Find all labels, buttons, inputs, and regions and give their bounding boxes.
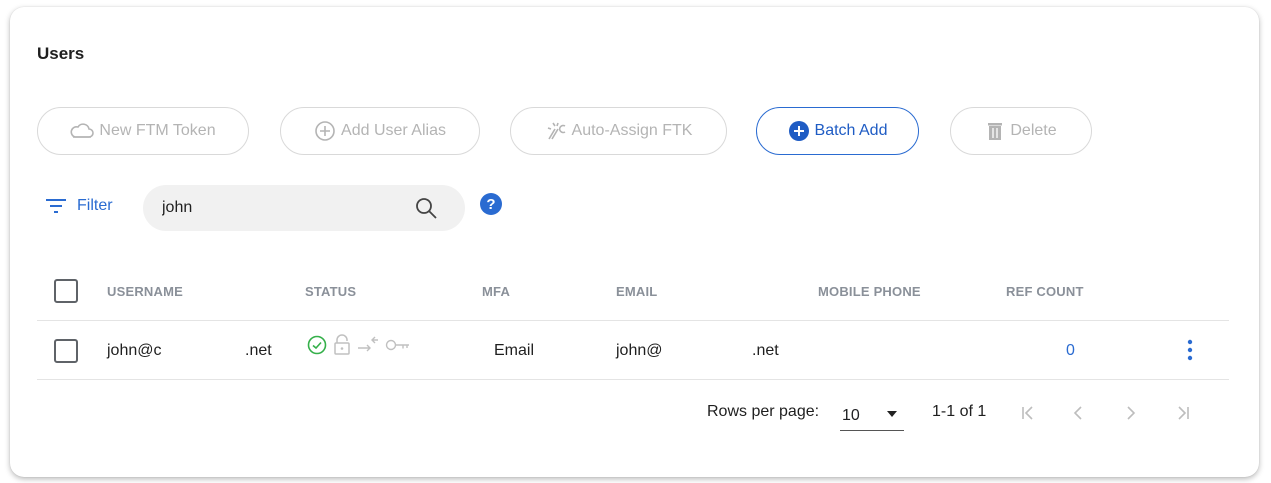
column-header-status[interactable]: STATUS xyxy=(305,284,356,299)
add-user-alias-button[interactable]: Add User Alias xyxy=(280,107,480,155)
batch-add-button[interactable]: Batch Add xyxy=(756,107,919,155)
search-icon[interactable] xyxy=(414,196,438,220)
arrow-merge-icon xyxy=(357,336,379,354)
plus-circle-filled-icon xyxy=(788,120,810,142)
redacted-region xyxy=(163,339,241,363)
filter-icon xyxy=(45,198,67,214)
column-header-mfa[interactable]: MFA xyxy=(482,284,510,299)
trash-icon xyxy=(985,120,1005,142)
previous-page-icon[interactable] xyxy=(1070,405,1086,421)
status-icons xyxy=(307,334,417,356)
rows-per-page-value: 10 xyxy=(842,406,860,424)
column-header-username[interactable]: USERNAME xyxy=(107,284,183,299)
email-prefix: john@ xyxy=(616,342,663,359)
auto-assign-icon xyxy=(545,120,567,142)
help-icon[interactable]: ? xyxy=(480,193,502,215)
cloud-token-icon xyxy=(70,122,95,140)
plus-circle-icon xyxy=(314,120,336,142)
auto-assign-ftk-button[interactable]: Auto-Assign FTK xyxy=(510,107,727,155)
delete-button[interactable]: Delete xyxy=(950,107,1092,155)
new-ftm-token-label: New FTM Token xyxy=(99,122,216,139)
first-page-icon[interactable] xyxy=(1020,405,1036,421)
redacted-region xyxy=(668,339,748,363)
pagination-range: 1-1 of 1 xyxy=(932,403,987,420)
delete-label: Delete xyxy=(1010,122,1057,139)
column-header-email[interactable]: EMAIL xyxy=(616,284,657,299)
key-icon xyxy=(385,337,411,353)
search-input[interactable] xyxy=(160,198,400,218)
check-circle-icon xyxy=(307,335,327,355)
more-vert-icon[interactable] xyxy=(1187,339,1193,361)
row-divider xyxy=(37,379,1229,380)
users-card: Users New FTM Token Add User Alias Auto-… xyxy=(10,7,1259,477)
next-page-icon[interactable] xyxy=(1123,405,1139,421)
filter-label: Filter xyxy=(77,197,113,214)
column-header-ref-count[interactable]: REF COUNT xyxy=(1006,284,1084,299)
search-box xyxy=(143,185,465,231)
rows-per-page-label: Rows per page: xyxy=(707,403,820,420)
email-suffix: .net xyxy=(752,342,779,359)
username-suffix: .net xyxy=(245,342,272,359)
unlock-icon xyxy=(333,334,351,356)
page-title: Users xyxy=(37,44,85,63)
new-ftm-token-button[interactable]: New FTM Token xyxy=(37,107,249,155)
username-prefix: john@c xyxy=(107,342,162,359)
rows-per-page-select[interactable]: 10 xyxy=(840,401,904,431)
column-header-mobile-phone[interactable]: MOBILE PHONE xyxy=(818,284,921,299)
mfa-cell: Email xyxy=(494,342,535,359)
filter-button[interactable]: Filter xyxy=(45,197,113,215)
select-all-checkbox[interactable] xyxy=(54,279,78,303)
caret-down-icon xyxy=(886,410,898,418)
row-checkbox[interactable] xyxy=(54,339,78,363)
ref-count-link[interactable]: 0 xyxy=(1066,342,1075,360)
add-user-alias-label: Add User Alias xyxy=(341,122,446,139)
header-divider xyxy=(37,320,1229,321)
auto-assign-ftk-label: Auto-Assign FTK xyxy=(571,122,693,139)
help-glyph: ? xyxy=(486,195,496,213)
batch-add-label: Batch Add xyxy=(814,122,888,139)
last-page-icon[interactable] xyxy=(1175,405,1191,421)
